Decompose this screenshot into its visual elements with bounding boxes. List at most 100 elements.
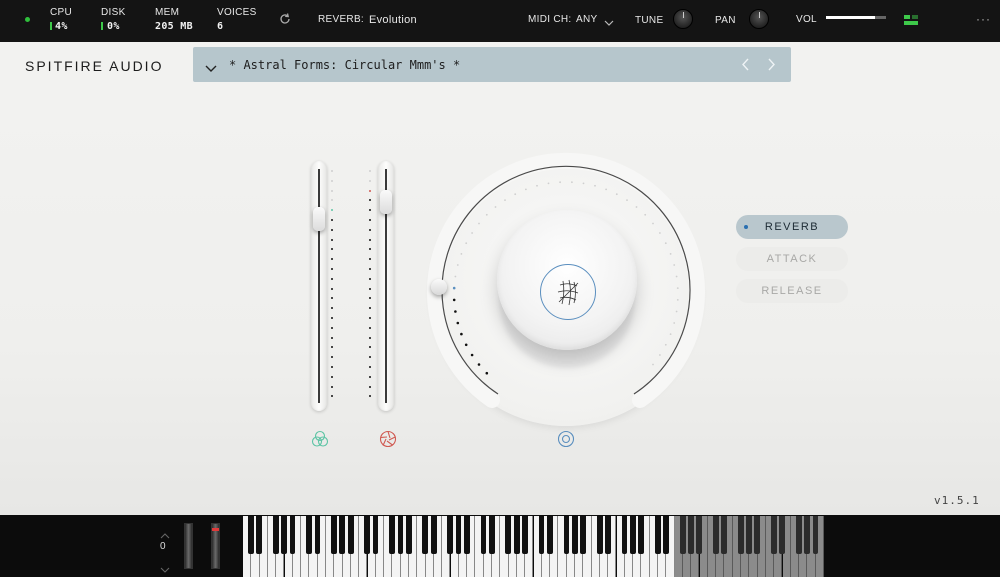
black-key[interactable]	[405, 516, 412, 554]
black-key[interactable]	[812, 516, 819, 554]
ellipsis-icon[interactable]: ···	[976, 12, 991, 26]
dynamics-slider-thumb[interactable]	[380, 190, 392, 214]
black-key[interactable]	[596, 516, 603, 554]
slider-tick	[331, 219, 333, 221]
slider-tick	[369, 395, 371, 398]
mod-wheel[interactable]	[211, 523, 220, 569]
black-key[interactable]	[314, 516, 321, 554]
dial-tick	[536, 184, 538, 187]
black-key[interactable]	[347, 516, 354, 554]
dial-tick	[525, 188, 527, 191]
slider-tick	[331, 356, 333, 359]
dial-tick	[485, 213, 488, 216]
black-key[interactable]	[505, 516, 512, 554]
slider-tick	[369, 219, 371, 221]
black-key[interactable]	[463, 516, 470, 554]
black-key[interactable]	[795, 516, 802, 554]
black-key[interactable]	[580, 516, 586, 554]
black-key[interactable]	[522, 516, 528, 554]
black-key[interactable]	[746, 516, 752, 554]
release-button-label: RELEASE	[761, 285, 823, 297]
black-key[interactable]	[389, 516, 396, 554]
disk-value: 0%	[107, 21, 120, 32]
octave-down-icon[interactable]	[160, 561, 170, 577]
dial-tick	[547, 182, 550, 185]
black-key[interactable]	[289, 516, 296, 554]
refresh-icon[interactable]	[278, 12, 292, 26]
slider-tick	[369, 258, 371, 261]
slider-tick	[331, 287, 333, 290]
dial-tick	[478, 222, 480, 225]
black-key[interactable]	[771, 516, 777, 554]
reverb-label: REVERB:	[318, 14, 365, 25]
black-key[interactable]	[372, 516, 379, 554]
tune-knob[interactable]	[673, 9, 693, 29]
black-key[interactable]	[281, 516, 288, 554]
black-key[interactable]	[629, 516, 636, 554]
slider-tick	[369, 170, 371, 172]
black-key[interactable]	[721, 516, 728, 554]
black-key[interactable]	[663, 516, 669, 554]
volume-slider[interactable]	[826, 16, 886, 19]
black-key[interactable]	[480, 516, 487, 554]
target-icon[interactable]	[557, 430, 575, 453]
black-key[interactable]	[513, 516, 520, 554]
piano-keyboard[interactable]	[243, 516, 824, 577]
black-key[interactable]	[571, 516, 578, 554]
slider-tick	[369, 385, 371, 388]
black-key[interactable]	[638, 516, 645, 554]
expression-slider[interactable]	[311, 161, 327, 411]
chevron-down-icon[interactable]	[205, 60, 217, 78]
midi-channel-select[interactable]: ANY	[576, 14, 597, 25]
black-key[interactable]	[688, 516, 694, 554]
expression-slider-thumb[interactable]	[313, 206, 325, 231]
pitch-wheel[interactable]	[184, 523, 193, 569]
triple-circle-icon[interactable]	[311, 430, 329, 453]
slider-tick	[331, 268, 333, 270]
black-key[interactable]	[430, 516, 437, 554]
black-key[interactable]	[331, 516, 337, 554]
black-key[interactable]	[256, 516, 263, 554]
attack-button[interactable]: ATTACK	[736, 247, 848, 271]
black-key[interactable]	[737, 516, 744, 554]
release-button[interactable]: RELEASE	[736, 279, 848, 303]
chevron-down-icon[interactable]	[604, 14, 614, 32]
black-key[interactable]	[422, 516, 429, 554]
dynamics-slider[interactable]	[378, 161, 394, 411]
pan-knob[interactable]	[749, 9, 769, 29]
preset-browser[interactable]: * Astral Forms: Circular Mmm's *	[193, 47, 791, 82]
black-key[interactable]	[447, 516, 454, 554]
black-key[interactable]	[488, 516, 495, 554]
black-key[interactable]	[538, 516, 545, 554]
black-key[interactable]	[654, 516, 661, 554]
black-key[interactable]	[546, 516, 553, 554]
aperture-icon[interactable]	[379, 430, 397, 453]
black-key[interactable]	[804, 516, 811, 554]
chevron-right-icon[interactable]	[767, 58, 776, 76]
slider-tick	[369, 209, 371, 212]
black-key[interactable]	[397, 516, 404, 554]
black-key[interactable]	[754, 516, 761, 554]
black-key[interactable]	[455, 516, 462, 554]
black-key[interactable]	[621, 516, 628, 554]
dial-tick	[494, 206, 497, 208]
chevron-left-icon[interactable]	[741, 58, 750, 76]
black-key[interactable]	[779, 516, 786, 554]
black-key[interactable]	[605, 516, 611, 554]
black-key[interactable]	[563, 516, 570, 554]
black-key[interactable]	[679, 516, 686, 554]
black-key[interactable]	[696, 516, 703, 554]
black-key[interactable]	[339, 516, 346, 554]
black-key[interactable]	[248, 516, 254, 554]
reverb-type-selector[interactable]: Evolution	[369, 14, 417, 26]
layout-toggle-icon[interactable]	[904, 14, 918, 32]
black-key[interactable]	[364, 516, 371, 554]
dial-tick	[669, 333, 672, 335]
black-key[interactable]	[306, 516, 313, 554]
black-key[interactable]	[712, 516, 719, 554]
reverb-button[interactable]: REVERB	[736, 215, 848, 239]
dial-tick	[675, 310, 678, 313]
slider-tick	[369, 336, 371, 339]
black-key[interactable]	[273, 516, 279, 554]
dial-handle[interactable]	[431, 279, 447, 295]
